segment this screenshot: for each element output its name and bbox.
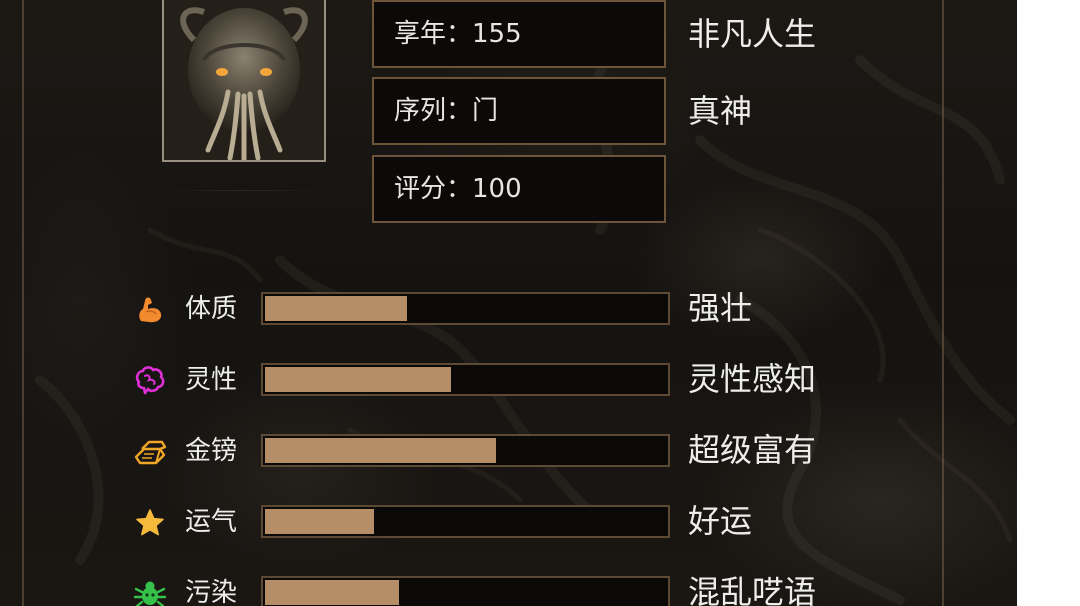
stat-desc-pounds: 超级富有 xyxy=(688,431,817,469)
stat-label-luck: 运气 xyxy=(185,507,238,537)
stat-desc-luck: 好运 xyxy=(688,502,753,540)
stat-bar-fill-luck xyxy=(265,509,374,534)
info-title-age: 非凡人生 xyxy=(688,15,817,53)
stat-bar-fill-constitution xyxy=(265,296,407,321)
stat-label-constitution: 体质 xyxy=(185,294,238,324)
stat-bar-luck xyxy=(261,505,670,538)
cthulhu-portrait-icon xyxy=(164,0,324,160)
stat-desc-constitution: 强壮 xyxy=(688,289,753,327)
stat-bar-fill-spirituality xyxy=(265,367,451,392)
bug-icon xyxy=(132,576,168,606)
stat-label-pounds: 金镑 xyxy=(185,436,238,466)
brain-icon xyxy=(132,362,168,398)
info-box-sequence: 序列：门 xyxy=(372,77,666,145)
stat-label-spirituality: 灵性 xyxy=(185,365,238,395)
stat-bar-constitution xyxy=(261,292,670,325)
info-box-age: 享年：155 xyxy=(372,0,666,68)
stat-label-pollution: 污染 xyxy=(185,578,238,606)
character-portrait xyxy=(162,0,326,162)
stat-bar-pounds xyxy=(261,434,670,467)
stat-bar-pollution xyxy=(261,576,670,606)
stat-bar-fill-pounds xyxy=(265,438,496,463)
portrait-divider xyxy=(162,190,326,191)
stat-desc-spirituality: 灵性感知 xyxy=(688,360,817,398)
stat-bar-spirituality xyxy=(261,363,670,396)
gold-bars-icon xyxy=(132,433,168,469)
game-screen: 享年：155 非凡人生 序列：门 真神 评分：100 体质 强壮 灵性 灵性感知 xyxy=(0,0,1017,606)
info-title-sequence: 真神 xyxy=(688,92,753,130)
stat-desc-pollution: 混乱呓语 xyxy=(688,573,817,606)
star-icon xyxy=(132,505,168,541)
info-box-score: 评分：100 xyxy=(372,155,666,223)
muscle-icon xyxy=(132,291,168,327)
stat-bar-fill-pollution xyxy=(265,580,399,605)
